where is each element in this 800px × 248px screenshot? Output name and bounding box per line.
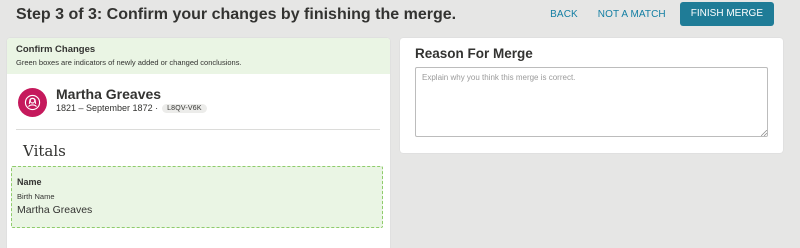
name-label: Name [17, 177, 42, 187]
reason-for-merge-card: Reason For Merge [400, 38, 783, 153]
person-summary[interactable]: Martha Greaves 1821 – September 1872 · L… [7, 74, 390, 126]
not-a-match-button[interactable]: NOT A MATCH [588, 9, 676, 20]
birth-name-value: Martha Greaves [17, 204, 93, 216]
person-lifespan: 1821 – September 1872 · [56, 103, 159, 113]
confirm-changes-title: Confirm Changes [16, 44, 96, 55]
person-meta: 1821 – September 1872 · L8QV-V6K [56, 103, 207, 113]
top-actions: BACK NOT A MATCH FINISH MERGE [540, 2, 774, 26]
female-person-icon [18, 88, 47, 117]
page-title: Step 3 of 3: Confirm your changes by fin… [16, 6, 457, 23]
person-id-badge[interactable]: L8QV-V6K [162, 103, 207, 113]
confirm-changes-note: Green boxes are indicators of newly adde… [16, 58, 242, 67]
finish-merge-button[interactable]: FINISH MERGE [679, 2, 774, 26]
person-name[interactable]: Martha Greaves [56, 86, 161, 102]
confirm-changes-header: Confirm Changes Green boxes are indicato… [7, 38, 390, 74]
divider [16, 129, 380, 130]
resize-handle-icon[interactable] [761, 130, 767, 136]
name-vital-box: Name Birth Name Martha Greaves [11, 166, 383, 228]
confirm-changes-card: Confirm Changes Green boxes are indicato… [7, 38, 390, 248]
reason-input[interactable] [415, 67, 768, 137]
back-button[interactable]: BACK [540, 9, 588, 20]
vitals-heading: Vitals [23, 142, 66, 160]
reason-title: Reason For Merge [415, 46, 533, 61]
birth-name-label: Birth Name [17, 192, 55, 201]
